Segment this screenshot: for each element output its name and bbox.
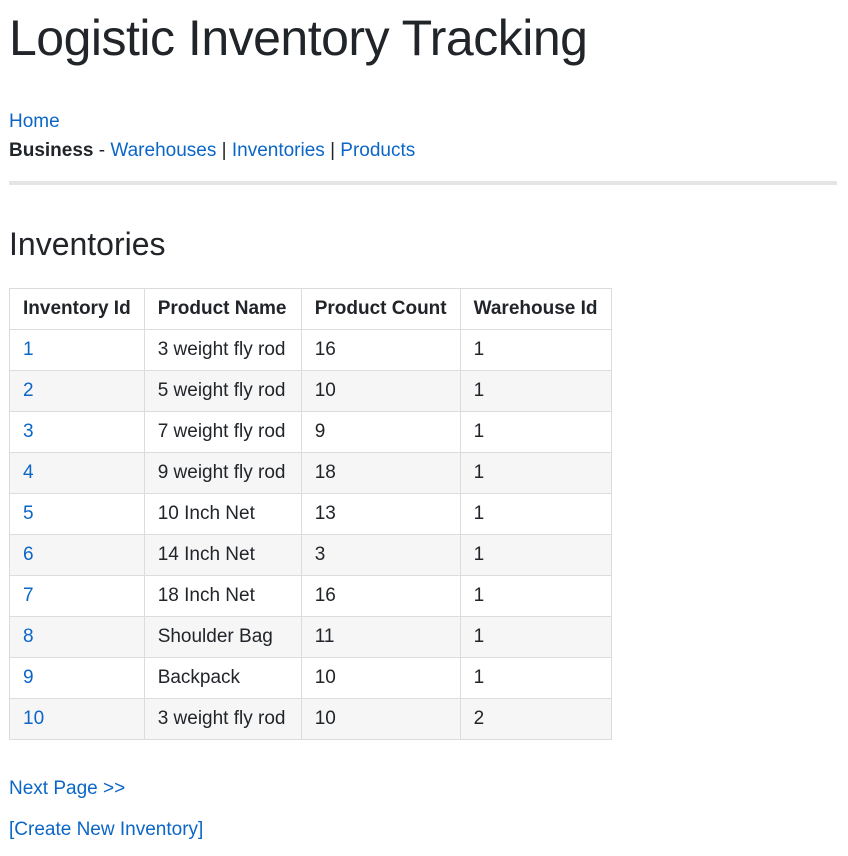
product-name-cell: 3 weight fly rod	[143, 329, 302, 371]
header-divider	[9, 181, 837, 185]
product-count-cell: 11	[300, 616, 461, 658]
inventory-id-cell: 4	[9, 452, 145, 494]
nav-dash: -	[93, 140, 111, 161]
inventory-id-link[interactable]: 7	[23, 585, 34, 606]
site-title: Logistic Inventory Tracking	[9, 10, 588, 66]
product-count-cell: 18	[300, 452, 461, 494]
product-name-cell: 5 weight fly rod	[143, 370, 302, 412]
table-row: 8 Shoulder Bag 11 1	[9, 616, 612, 658]
warehouse-id-cell: 1	[459, 370, 612, 412]
nav-separator: |	[324, 140, 341, 161]
nav-products-link[interactable]: Products	[340, 140, 415, 161]
inventory-id-link[interactable]: 5	[23, 503, 34, 524]
header-product-count: Product Count	[300, 288, 461, 330]
product-count-cell: 16	[300, 329, 461, 371]
product-name-cell: 18 Inch Net	[143, 575, 302, 617]
inventory-id-cell: 1	[9, 329, 145, 371]
inventory-table: Inventory Id Product Name Product Count …	[9, 288, 612, 740]
inventory-id-link[interactable]: 6	[23, 544, 34, 565]
warehouse-id-cell: 1	[459, 657, 612, 699]
warehouse-id-cell: 1	[459, 534, 612, 576]
inventory-id-cell: 8	[9, 616, 145, 658]
table-row: 5 10 Inch Net 13 1	[9, 493, 612, 535]
product-count-cell: 9	[300, 411, 461, 453]
inventory-id-link[interactable]: 2	[23, 380, 34, 401]
inventory-id-link[interactable]: 4	[23, 462, 34, 483]
warehouse-id-cell: 1	[459, 411, 612, 453]
warehouse-id-cell: 2	[459, 698, 612, 740]
table-row: 2 5 weight fly rod 10 1	[9, 370, 612, 412]
nav-warehouses-link[interactable]: Warehouses	[110, 140, 216, 161]
inventory-id-link[interactable]: 10	[23, 708, 44, 729]
table-header-row: Inventory Id Product Name Product Count …	[9, 288, 612, 330]
product-count-cell: 10	[300, 698, 461, 740]
product-name-cell: Shoulder Bag	[143, 616, 302, 658]
product-count-cell: 10	[300, 370, 461, 412]
table-row: 9 Backpack 10 1	[9, 657, 612, 699]
table-row: 7 18 Inch Net 16 1	[9, 575, 612, 617]
warehouse-id-cell: 1	[459, 452, 612, 494]
warehouse-id-cell: 1	[459, 575, 612, 617]
nav-inventories-link[interactable]: Inventories	[232, 140, 325, 161]
warehouse-id-cell: 1	[459, 493, 612, 535]
inventory-id-cell: 5	[9, 493, 145, 535]
next-page-link[interactable]: Next Page >>	[9, 776, 125, 802]
header-warehouse-id: Warehouse Id	[459, 288, 612, 330]
table-row: 6 14 Inch Net 3 1	[9, 534, 612, 576]
inventory-id-cell: 9	[9, 657, 145, 699]
inventory-id-link[interactable]: 8	[23, 626, 34, 647]
table-row: 10 3 weight fly rod 10 2	[9, 698, 612, 740]
product-name-cell: 3 weight fly rod	[143, 698, 302, 740]
warehouse-id-cell: 1	[459, 616, 612, 658]
product-name-cell: 9 weight fly rod	[143, 452, 302, 494]
product-name-cell: 10 Inch Net	[143, 493, 302, 535]
header-inventory-id: Inventory Id	[9, 288, 145, 330]
inventory-id-link[interactable]: 3	[23, 421, 34, 442]
inventory-id-link[interactable]: 9	[23, 667, 34, 688]
product-name-cell: 14 Inch Net	[143, 534, 302, 576]
inventory-id-cell: 6	[9, 534, 145, 576]
table-row: 1 3 weight fly rod 16 1	[9, 329, 612, 371]
inventory-id-cell: 10	[9, 698, 145, 740]
section-title: Inventories	[9, 226, 166, 262]
create-new-inventory-link[interactable]: [Create New Inventory]	[9, 817, 203, 843]
inventory-id-link[interactable]: 1	[23, 339, 34, 360]
table-row: 3 7 weight fly rod 9 1	[9, 411, 612, 453]
product-count-cell: 10	[300, 657, 461, 699]
product-name-cell: Backpack	[143, 657, 302, 699]
header-product-name: Product Name	[143, 288, 302, 330]
table-row: 4 9 weight fly rod 18 1	[9, 452, 612, 494]
product-count-cell: 16	[300, 575, 461, 617]
business-nav: Business - Warehouses | Inventories | Pr…	[9, 136, 415, 165]
inventory-id-cell: 3	[9, 411, 145, 453]
main-nav: Home Business - Warehouses | Inventories…	[9, 107, 415, 165]
business-label: Business	[9, 140, 94, 161]
inventory-id-cell: 2	[9, 370, 145, 412]
product-count-cell: 3	[300, 534, 461, 576]
product-count-cell: 13	[300, 493, 461, 535]
nav-separator: |	[216, 140, 232, 161]
nav-home-link[interactable]: Home	[9, 111, 60, 132]
product-name-cell: 7 weight fly rod	[143, 411, 302, 453]
inventory-id-cell: 7	[9, 575, 145, 617]
warehouse-id-cell: 1	[459, 329, 612, 371]
